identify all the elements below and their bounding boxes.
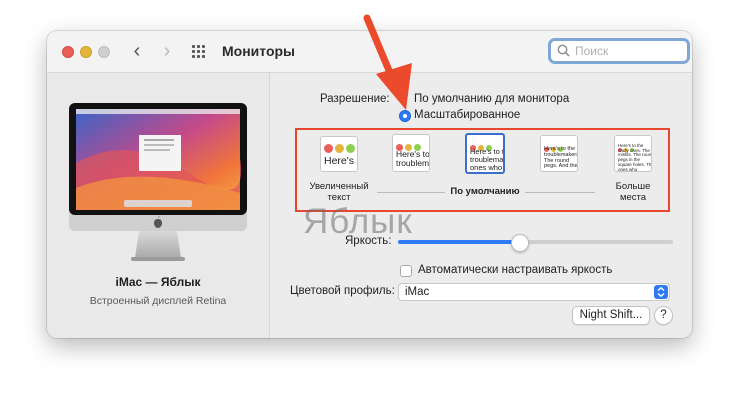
help-button[interactable]: ? — [654, 306, 673, 325]
brightness-label: Яркость: — [345, 235, 392, 247]
scale-option-2[interactable]: Here's to troublem — [392, 134, 430, 172]
display-subtitle: Встроенный дисплей Retina — [89, 295, 227, 307]
night-shift-button[interactable]: Night Shift... — [572, 306, 650, 325]
back-chevron-icon[interactable]: ‹ — [127, 41, 147, 61]
close-button[interactable] — [62, 46, 74, 58]
scale-line-left — [377, 192, 445, 193]
color-profile-label: Цветовой профиль: — [290, 285, 395, 297]
display-name: iMac — Яблык — [115, 275, 201, 289]
forward-chevron-icon[interactable]: › — [157, 41, 177, 61]
resolution-scaled-option[interactable]: Масштабированное — [414, 109, 520, 121]
brightness-slider[interactable] — [398, 234, 673, 252]
resolution-default-option[interactable]: По умолчанию для монитора — [414, 93, 569, 105]
imac-image — [69, 103, 247, 261]
scale-option-5[interactable]: Here's to the crazy ones. The misfits. T… — [614, 135, 652, 172]
title-bar: ‹ › Мониторы Поиск — [47, 31, 692, 73]
scale-option-5-text: Here's to the crazy ones. The misfits. T… — [618, 143, 652, 172]
show-all-grid-icon[interactable] — [192, 45, 207, 58]
color-profile-value: iMac — [405, 286, 430, 298]
resolution-scaled-radio[interactable] — [399, 110, 411, 122]
scale-option-3-selected[interactable]: Here's to the troublemak ones who — [465, 133, 505, 174]
larger-text-label: Увеличенный текст — [309, 181, 369, 203]
default-scale-label: По умолчанию — [450, 186, 520, 197]
scale-option-1-text: Here's — [324, 155, 355, 167]
resolution-label: Разрешение: — [320, 93, 390, 105]
scale-option-1[interactable]: Here's — [320, 136, 358, 172]
zoom-button[interactable] — [98, 46, 110, 58]
color-profile-select[interactable]: iMac — [398, 283, 670, 301]
scale-line-right — [525, 192, 595, 193]
auto-brightness-label: Автоматически настраивать яркость — [418, 264, 613, 276]
more-space-label: Больше места — [615, 181, 651, 203]
search-placeholder: Поиск — [575, 44, 609, 58]
scale-option-2-text: Here's to troublem — [396, 149, 430, 168]
displays-window: ‹ › Мониторы Поиск iMac — Яблык Встроенн… — [47, 31, 692, 338]
window-title: Мониторы — [222, 43, 296, 59]
brightness-slider-fill — [398, 240, 519, 244]
scale-option-3-text: Here's to the troublemak ones who — [470, 147, 505, 172]
scale-option-4-text: Here's to the troublemakers. The round p… — [544, 146, 578, 170]
updown-chevron-icon — [654, 285, 668, 299]
search-icon — [557, 44, 570, 57]
display-sidebar: iMac — Яблык Встроенный дисплей Retina — [47, 73, 270, 338]
search-field[interactable]: Поиск — [548, 38, 690, 64]
brightness-slider-knob[interactable] — [511, 234, 529, 252]
auto-brightness-checkbox[interactable] — [400, 265, 412, 277]
scale-option-4[interactable]: Here's to the troublemakers. The round p… — [540, 135, 578, 172]
minimize-button[interactable] — [80, 46, 92, 58]
